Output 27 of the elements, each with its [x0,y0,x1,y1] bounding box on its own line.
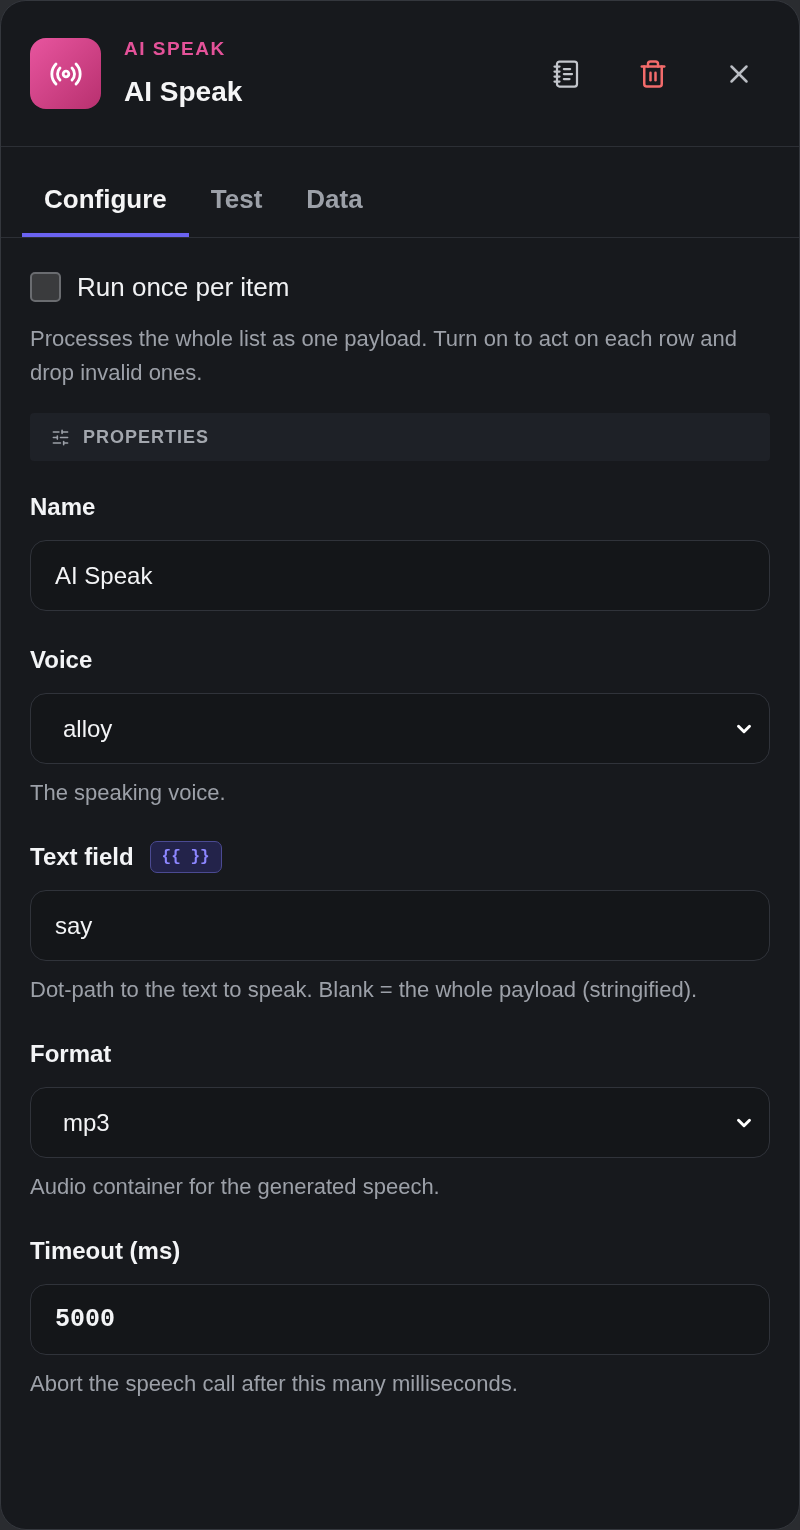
tab[interactable]: Configure [22,165,189,237]
field-label: Format [30,1039,112,1069]
section-title: PROPERTIES [83,425,210,449]
template-badge: {{ }} [149,841,222,873]
tab[interactable]: Data [284,165,385,237]
tab[interactable]: Test [188,165,285,237]
field-label: Text field [30,842,134,872]
number-input[interactable]: 5000 [30,1284,770,1355]
select-dropdown[interactable]: mp3 [30,1087,770,1158]
sliders-icon [51,427,70,447]
run-once-checkbox[interactable] [30,272,61,302]
trash-icon [638,58,668,89]
text-input[interactable]: say [30,890,770,961]
help-text: Processes the whole list as one payload. Turn on to act on each row and drop invalid ones. [30,325,738,387]
help-text: The speaking voice. [30,779,227,807]
text-input[interactable]: AI Speak [30,540,770,611]
field-label: Name [30,492,96,522]
field-label: Timeout (ms) [30,1236,181,1266]
help-text: Audio container for the generated speech. [30,1173,441,1201]
node-title: AI Speak [124,74,243,109]
broadcast-icon [30,38,101,109]
node-type-label: AI SPEAK [124,38,227,59]
checkbox-label: Run once per item [77,272,290,302]
select-dropdown[interactable]: alloy [30,693,770,764]
help-text: Dot-path to the text to speak. Blank = the whole payload (stringified). [30,976,699,1004]
help-text: Abort the speech call after this many milliseconds. [30,1370,519,1398]
field-label: Voice [30,645,93,675]
